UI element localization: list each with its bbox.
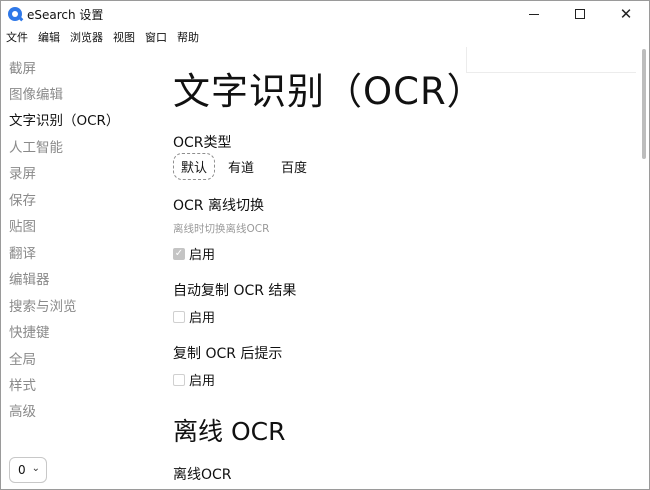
sidebar-item-record[interactable]: 录屏 <box>9 162 36 182</box>
menu-file[interactable]: 文件 <box>6 29 28 45</box>
auto-copy-checkbox-row[interactable]: 启用 <box>173 307 215 326</box>
maximize-icon <box>575 9 585 19</box>
close-button[interactable]: ✕ <box>603 1 649 27</box>
sidebar-item-ai[interactable]: 人工智能 <box>9 136 63 156</box>
minimize-icon <box>529 13 539 15</box>
chevron-down-icon: ⌄ <box>31 463 40 474</box>
config-select[interactable]: 0 ⌄ <box>9 457 47 483</box>
offline-ocr-heading: 离线 OCR <box>173 417 286 446</box>
close-icon: ✕ <box>619 4 633 23</box>
auto-copy-label: 自动复制 OCR 结果 <box>173 283 297 299</box>
ocr-type-option-baidu[interactable]: 百度 <box>274 154 314 179</box>
offline-switch-checkbox-row[interactable]: ✓ 启用 <box>173 244 215 263</box>
settings-window: eSearch 设置 ✕ 文件 编辑 浏览器 视图 窗口 帮助 截屏 图像编辑 … <box>0 0 650 490</box>
ocr-type-label: OCR类型 <box>173 135 232 151</box>
sidebar-item-image-edit[interactable]: 图像编辑 <box>9 83 63 103</box>
ocr-type-option-default[interactable]: 默认 <box>173 152 216 180</box>
copy-prompt-checkbox[interactable] <box>173 373 185 386</box>
auto-copy-checkbox-label: 启用 <box>189 311 216 326</box>
sidebar-item-ocr[interactable]: 文字识别（OCR） <box>9 109 119 129</box>
offline-switch-checkbox[interactable]: ✓ <box>173 247 185 260</box>
sidebar-item-screenshot[interactable]: 截屏 <box>9 57 36 77</box>
sidebar-item-translate[interactable]: 翻译 <box>9 242 36 262</box>
copy-prompt-checkbox-row[interactable]: 启用 <box>173 370 215 389</box>
offline-ocr-label: 离线OCR <box>173 467 232 483</box>
sidebar-item-pin[interactable]: 贴图 <box>9 215 36 235</box>
menu-browser[interactable]: 浏览器 <box>70 29 103 45</box>
menu-edit[interactable]: 编辑 <box>38 29 60 45</box>
auto-copy-checkbox[interactable] <box>173 310 185 323</box>
ocr-type-radio-group: 默认 有道 百度 <box>173 152 327 180</box>
sidebar: 截屏 图像编辑 文字识别（OCR） 人工智能 录屏 保存 贴图 翻译 编辑器 搜… <box>1 51 161 489</box>
sidebar-item-advanced[interactable]: 高级 <box>9 400 36 420</box>
window-title: eSearch 设置 <box>27 8 104 22</box>
config-select-value: 0 <box>18 463 26 477</box>
scrollbar[interactable] <box>641 47 647 159</box>
title-bar: eSearch 设置 ✕ <box>1 1 649 27</box>
sidebar-item-style[interactable]: 样式 <box>9 374 36 394</box>
menu-bar: 文件 编辑 浏览器 视图 窗口 帮助 <box>1 27 649 47</box>
app-search-icon <box>8 7 22 21</box>
copy-prompt-checkbox-label: 启用 <box>189 374 216 389</box>
sidebar-item-shortcuts[interactable]: 快捷键 <box>9 321 50 341</box>
sidebar-item-editor[interactable]: 编辑器 <box>9 268 50 288</box>
scrollbar-thumb[interactable] <box>642 49 646 159</box>
maximize-button[interactable] <box>557 1 603 27</box>
offline-switch-hint: 离线时切换离线OCR <box>173 223 270 235</box>
sidebar-item-global[interactable]: 全局 <box>9 348 36 368</box>
copy-prompt-label: 复制 OCR 后提示 <box>173 346 283 362</box>
main-content: 文字识别（OCR） OCR类型 默认 有道 百度 OCR 离线切换 离线时切换离… <box>173 47 628 489</box>
menu-help[interactable]: 帮助 <box>177 29 199 45</box>
menu-view[interactable]: 视图 <box>113 29 135 45</box>
offline-switch-label: OCR 离线切换 <box>173 198 264 214</box>
menu-window[interactable]: 窗口 <box>145 29 167 45</box>
sidebar-item-search-browse[interactable]: 搜索与浏览 <box>9 295 77 315</box>
minimize-button[interactable] <box>511 1 557 27</box>
ocr-type-option-youdao[interactable]: 有道 <box>221 154 261 179</box>
offline-switch-checkbox-label: 启用 <box>189 248 216 263</box>
page-title: 文字识别（OCR） <box>173 70 485 113</box>
sidebar-item-save[interactable]: 保存 <box>9 189 36 209</box>
